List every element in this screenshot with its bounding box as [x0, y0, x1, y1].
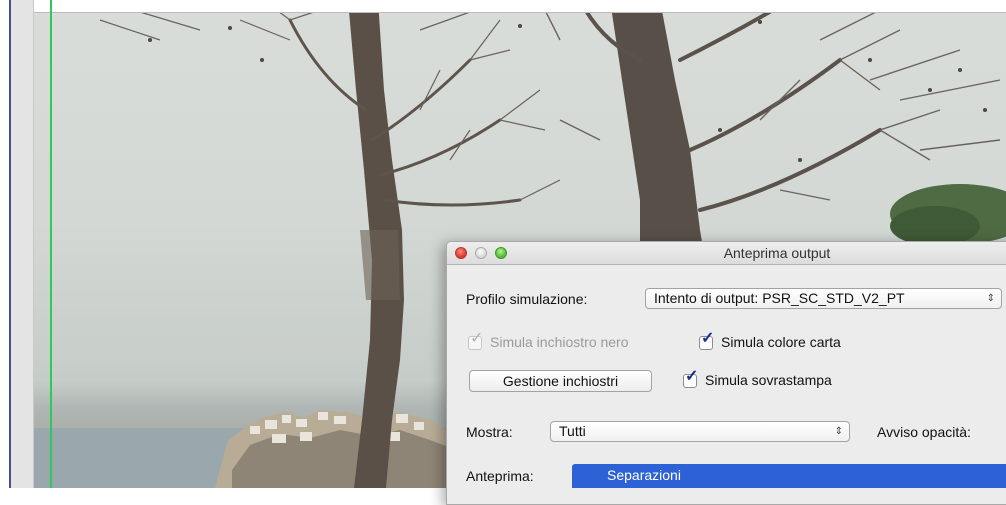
- canvas-top-ruler: [34, 0, 1006, 13]
- simulation-profile-select[interactable]: Intento di output: PSR_SC_STD_V2_PT ⇕: [645, 288, 1002, 309]
- preview-option-label: Separazioni: [607, 467, 681, 483]
- app-window-edge: [0, 0, 9, 488]
- checkmark-icon: ✓: [470, 330, 484, 347]
- simulation-profile-label: Profilo simulazione:: [466, 291, 588, 307]
- preview-label: Anteprima:: [466, 468, 534, 484]
- show-select[interactable]: Tutti ⇕: [550, 421, 850, 442]
- select-arrows-icon: ⇕: [986, 293, 995, 304]
- preview-option-separations[interactable]: Separazioni: [572, 464, 1006, 488]
- dialog-title: Anteprima output: [723, 245, 831, 261]
- show-value: Tutti: [559, 423, 586, 439]
- simulate-paper-color-label: Simula colore carta: [721, 334, 841, 350]
- show-label: Mostra:: [466, 424, 513, 440]
- simulation-profile-value: Intento di output: PSR_SC_STD_V2_PT: [654, 290, 905, 306]
- simulate-black-ink-checkbox[interactable]: ✓: [468, 331, 483, 350]
- ink-manager-button[interactable]: Gestione inchiostri: [469, 370, 652, 392]
- checkmark-icon: ✓: [685, 368, 699, 385]
- checkmark-icon: ✓: [701, 330, 715, 347]
- select-arrows-icon: ⇕: [834, 426, 843, 437]
- simulate-paper-color-checkbox[interactable]: ✓: [699, 331, 714, 350]
- guide-line[interactable]: [50, 0, 52, 488]
- opacity-warning-label: Avviso opacità:: [877, 424, 971, 440]
- output-preview-dialog: Anteprima output Profilo simulazione: In…: [446, 241, 1006, 505]
- dialog-titlebar[interactable]: Anteprima output: [447, 242, 1006, 265]
- simulate-black-ink-label: Simula inchiostro nero: [490, 334, 629, 350]
- simulate-overprint-label: Simula sovrastampa: [705, 372, 832, 388]
- pasteboard-margin: [11, 0, 34, 488]
- simulate-overprint-checkbox[interactable]: ✓: [683, 369, 698, 388]
